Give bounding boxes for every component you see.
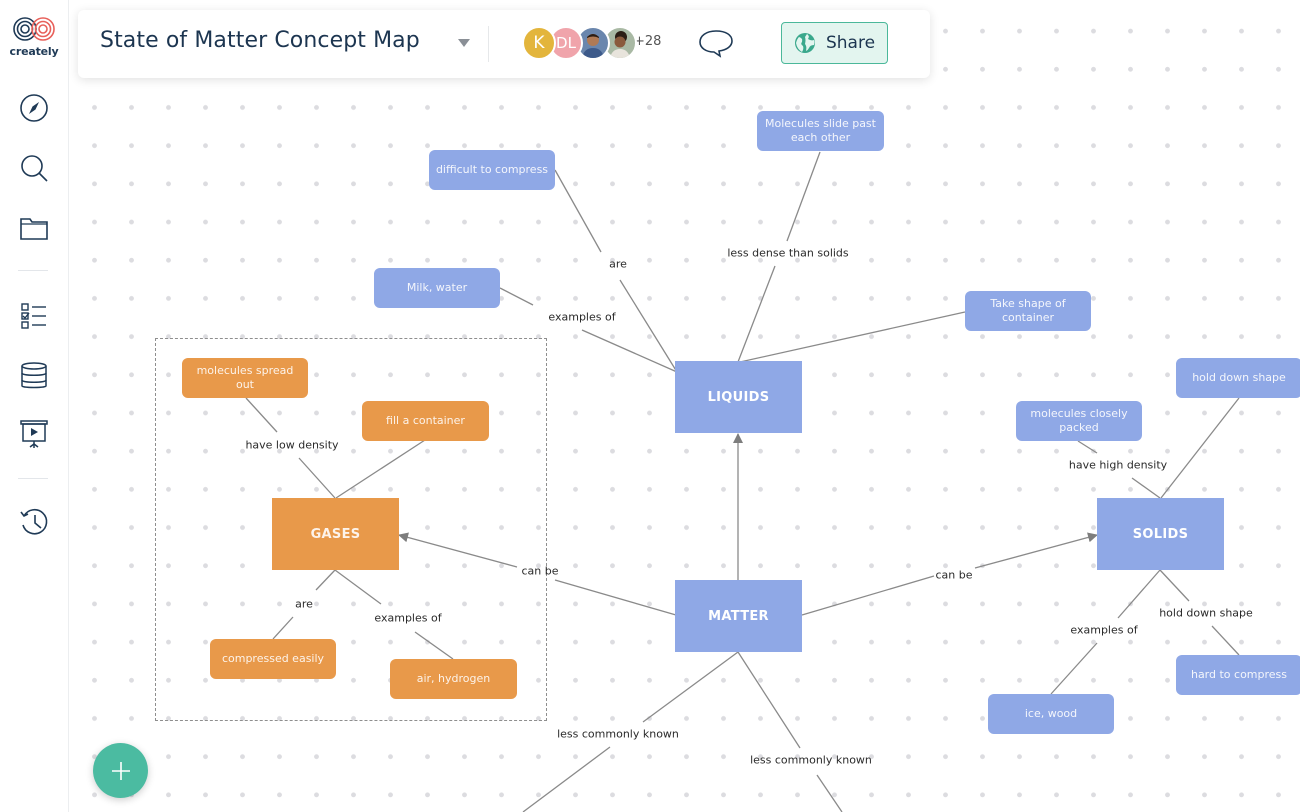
sidebar-divider <box>18 270 48 271</box>
creately-logo[interactable]: creately <box>8 16 60 58</box>
logo-text: creately <box>9 45 59 58</box>
node-difficult-to-compress[interactable]: difficult to compress <box>429 150 555 190</box>
globe-icon <box>794 33 815 53</box>
edge-label-examples-of[interactable]: examples of <box>374 612 441 625</box>
sidebar-item-history[interactable] <box>18 506 50 538</box>
node-molecules-slide[interactable]: Molecules slide past each other <box>757 111 884 151</box>
document-title[interactable]: State of Matter Concept Map <box>100 28 420 53</box>
node-milk-water[interactable]: Milk, water <box>374 268 500 308</box>
edge-label-are[interactable]: are <box>295 598 313 611</box>
edge-label-have-high-density[interactable]: have high density <box>1069 459 1167 472</box>
edge-label-hold-down-shape[interactable]: hold down shape <box>1159 607 1253 620</box>
edge-label-less-dense[interactable]: less dense than solids <box>727 247 848 260</box>
folder-icon <box>20 218 48 240</box>
edge-label-can-be[interactable]: can be <box>935 569 972 582</box>
node-solids[interactable]: SOLIDS <box>1097 498 1224 570</box>
node-fill-container[interactable]: fill a container <box>362 401 489 441</box>
sidebar-divider <box>18 478 48 479</box>
database-icon <box>21 362 47 389</box>
edge-label-less-commonly-known[interactable]: less commonly known <box>557 728 679 741</box>
comment-icon <box>699 30 733 58</box>
compass-icon <box>20 94 48 122</box>
left-sidebar: creately <box>0 0 69 812</box>
plus-icon <box>111 761 130 780</box>
edge-label-are[interactable]: are <box>609 258 627 271</box>
edge-label-can-be[interactable]: can be <box>521 565 558 578</box>
node-hold-down-shape[interactable]: hold down shape <box>1176 358 1300 398</box>
sidebar-item-data[interactable] <box>18 360 50 392</box>
sidebar-item-folder[interactable] <box>18 212 50 244</box>
search-icon <box>21 155 48 182</box>
node-matter[interactable]: MATTER <box>675 580 802 652</box>
node-molecules-spread[interactable]: molecules spread out <box>182 358 308 398</box>
add-shape-button[interactable] <box>93 743 148 798</box>
comments-button[interactable] <box>698 28 734 60</box>
edge-label-examples-of[interactable]: examples of <box>1070 624 1137 637</box>
title-dropdown-caret-icon[interactable] <box>458 39 470 47</box>
share-button[interactable]: Share <box>781 22 888 64</box>
checklist-icon <box>21 303 46 329</box>
node-gases[interactable]: GASES <box>272 498 399 570</box>
edge-label-examples-of[interactable]: examples of <box>548 311 615 324</box>
header-divider <box>488 26 489 62</box>
history-icon <box>20 509 48 535</box>
avatar[interactable]: K <box>522 26 556 60</box>
edge-label-have-low-density[interactable]: have low density <box>245 439 338 452</box>
edge-label-less-commonly-known[interactable]: less commonly known <box>750 754 872 767</box>
node-liquids[interactable]: LIQUIDS <box>675 361 802 433</box>
node-molecules-closely[interactable]: molecules closely packed <box>1016 401 1142 441</box>
presentation-icon <box>20 420 48 448</box>
creately-logo-icon <box>13 17 55 41</box>
sidebar-item-tasks[interactable] <box>18 300 50 332</box>
node-hard-to-compress[interactable]: hard to compress <box>1176 655 1300 695</box>
sidebar-item-explore[interactable] <box>18 92 50 124</box>
node-compressed-easily[interactable]: compressed easily <box>210 639 336 679</box>
node-air-hydrogen[interactable]: air, hydrogen <box>390 659 517 699</box>
share-label: Share <box>825 33 876 53</box>
sidebar-item-present[interactable] <box>18 418 50 450</box>
node-take-shape[interactable]: Take shape of container <box>965 291 1091 331</box>
sidebar-item-search[interactable] <box>18 152 50 184</box>
node-ice-wood[interactable]: ice, wood <box>988 694 1114 734</box>
more-collaborators-count[interactable]: +28 <box>634 34 661 49</box>
diagram-nodes: MATTER LIQUIDS GASES SOLIDS difficult to… <box>0 0 1300 812</box>
document-header: State of Matter Concept Map K DL +28 Sha… <box>78 10 930 78</box>
